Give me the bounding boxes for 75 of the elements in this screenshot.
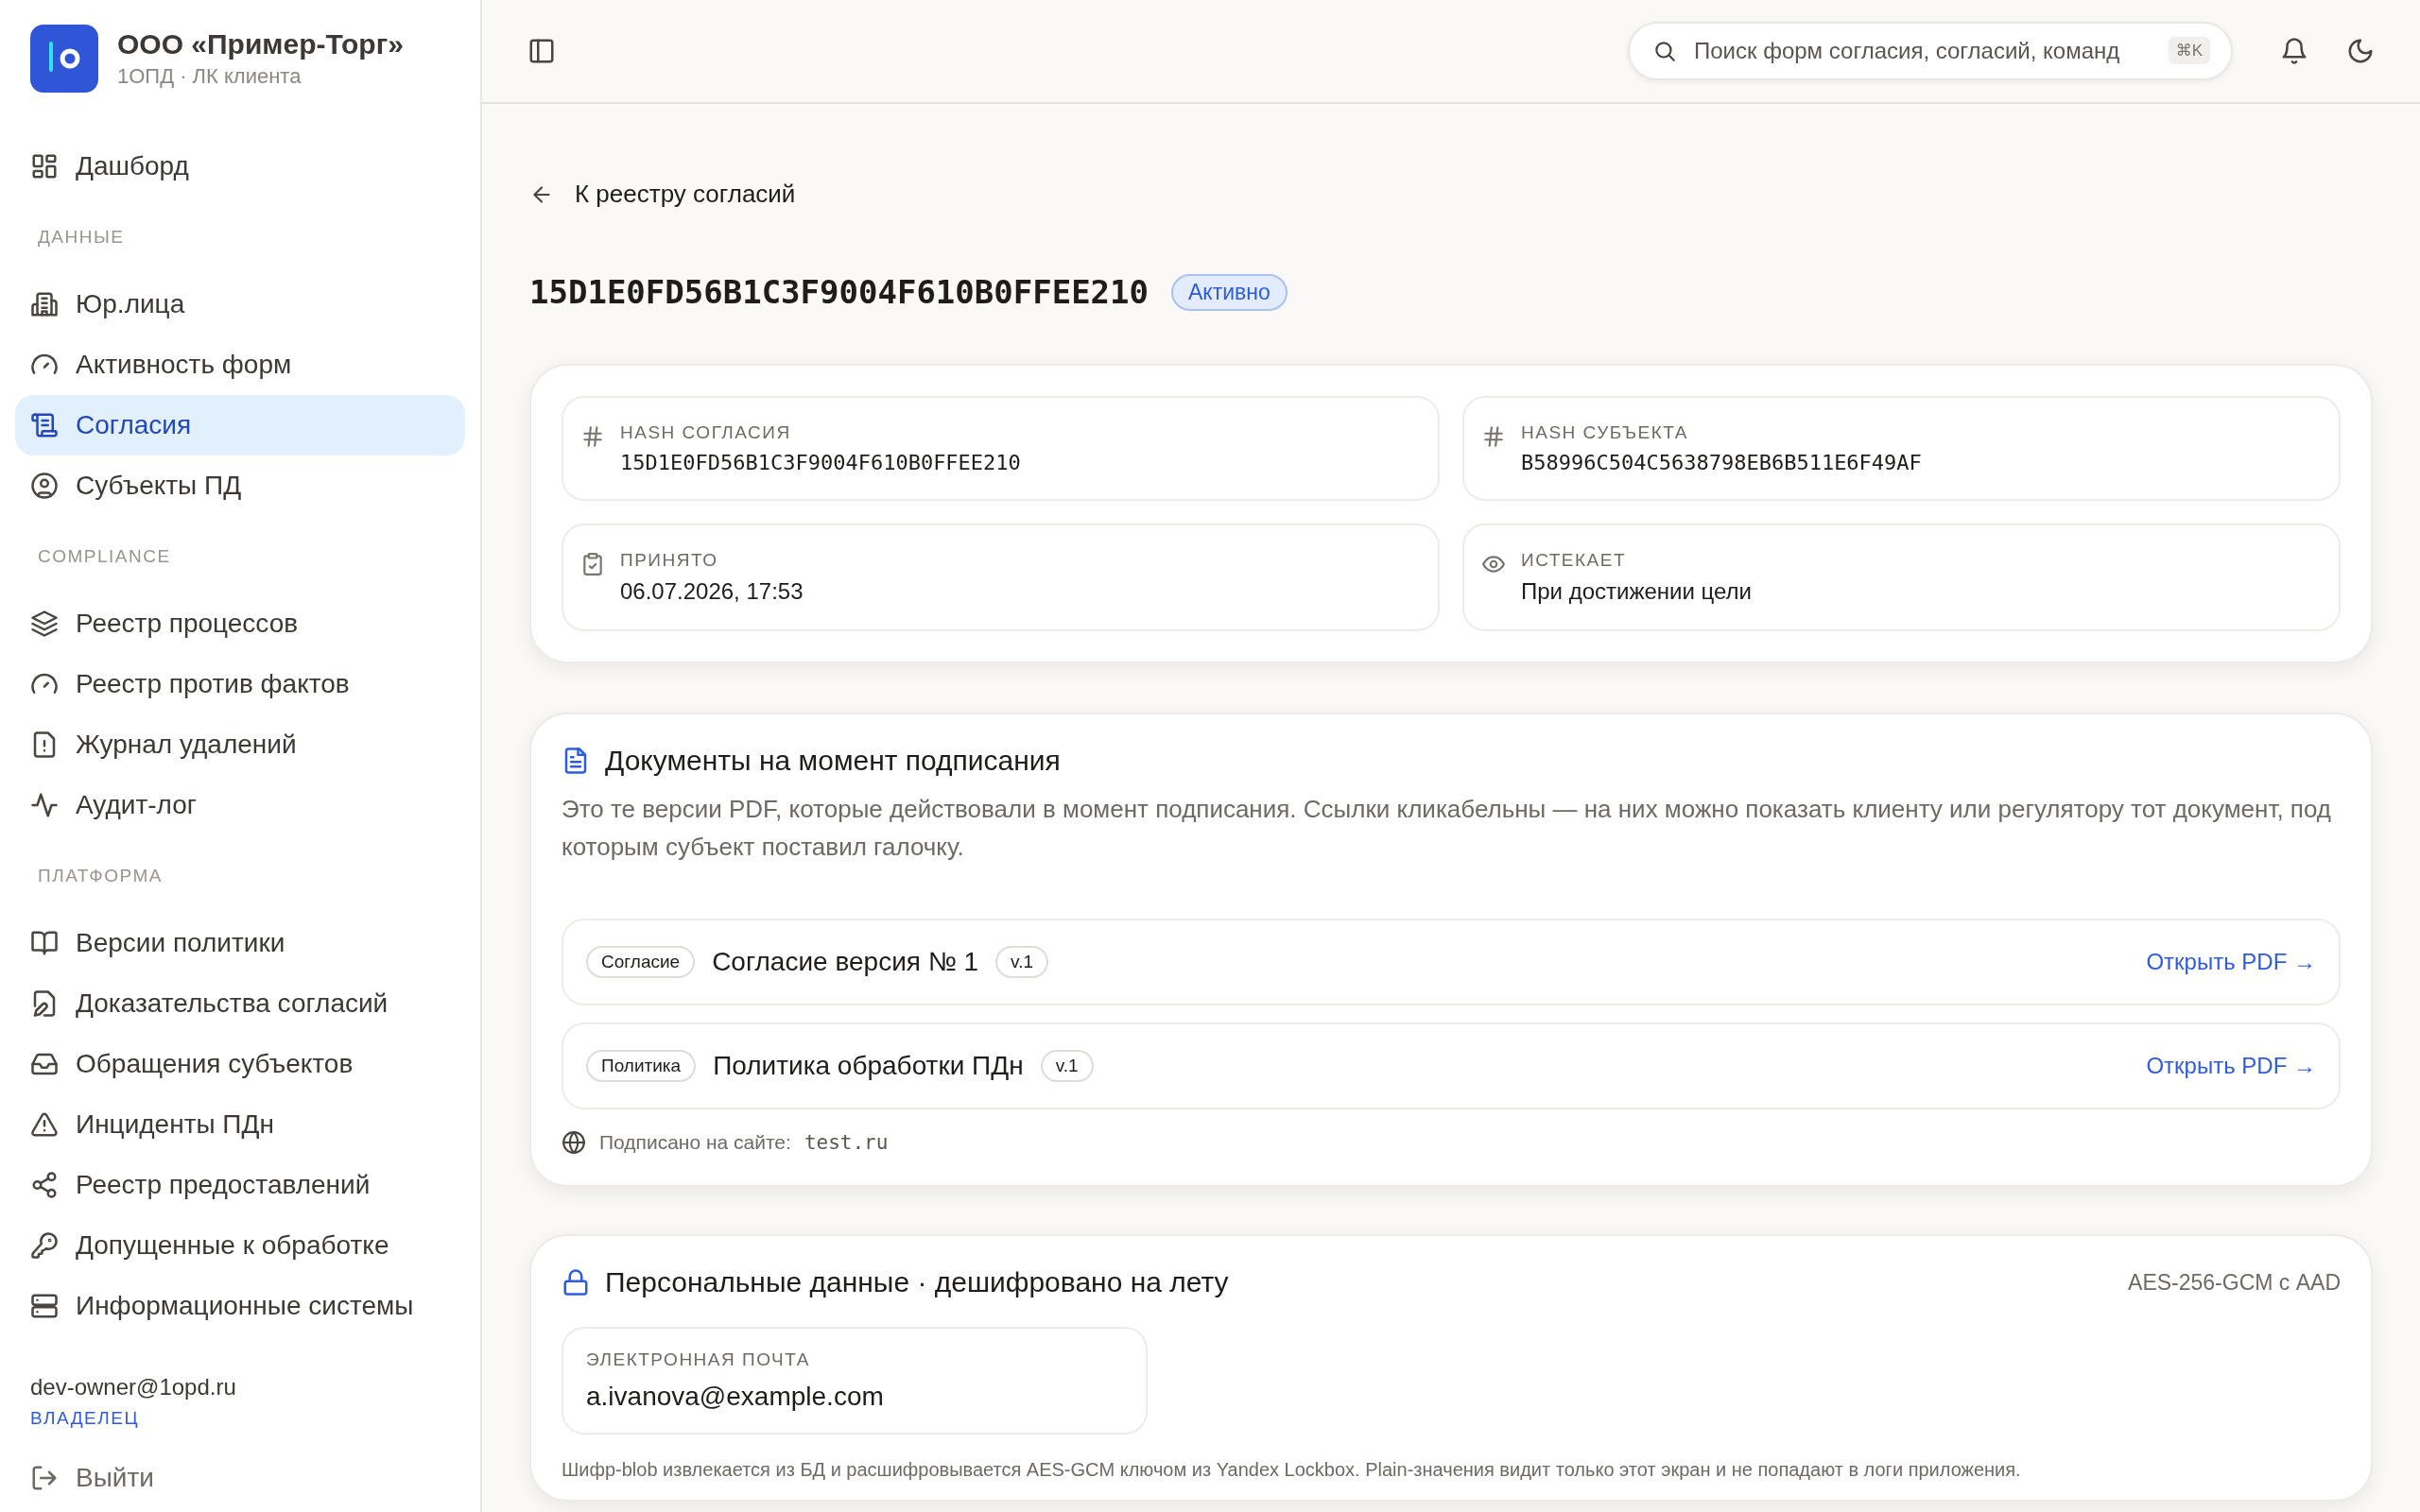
user-circle-icon: [30, 472, 59, 500]
user-role: ВЛАДЕЛЕЦ: [30, 1408, 140, 1429]
nav-item[interactable]: Реестр против фактов: [15, 654, 465, 714]
org-subtitle: 1ОПД · ЛК клиента: [117, 64, 302, 89]
warning-icon: [30, 1110, 59, 1139]
nav-item[interactable]: Инциденты ПДн: [15, 1094, 465, 1155]
building-icon: [30, 290, 59, 318]
field-value: a.ivanova@example.com: [586, 1382, 885, 1412]
detail-value: 15D1E0FD56B1C3F9004F610B0FFEE210: [620, 451, 1021, 474]
detail-label: ПРИНЯТО: [620, 550, 719, 571]
card-title: Документы на момент подписания: [605, 745, 1061, 777]
logo-icon: [30, 25, 98, 93]
lock-icon: [562, 1268, 590, 1297]
nav-section-heading: COMPLIANCE: [37, 545, 172, 568]
org-name: ООО «Пример-Торг»: [117, 28, 404, 60]
detail-label: HASH СОГЛАСИЯ: [620, 422, 792, 443]
nav-item[interactable]: Обращения субъектов: [15, 1034, 465, 1094]
document-title: Согласие версия № 1: [712, 947, 979, 977]
cipher-label: AES-256-GCM с AAD: [2128, 1269, 2341, 1296]
nav-item[interactable]: Версии политики: [15, 913, 465, 973]
nav-item[interactable]: Аудит-лог: [15, 775, 465, 835]
detail-value: 06.07.2026, 17:53: [620, 578, 804, 605]
open-pdf-link[interactable]: Открыть PDF →: [2146, 1053, 2316, 1079]
pulse-icon: [30, 791, 59, 819]
nav-item[interactable]: Дашборд: [15, 136, 465, 197]
globe-icon: [562, 1130, 586, 1155]
document-title: Политика обработки ПДн: [713, 1051, 1024, 1081]
bell-icon: [2280, 37, 2308, 65]
nav-item[interactable]: Субъекты ПД: [15, 455, 465, 516]
sidebar-panel-icon: [527, 37, 556, 65]
nav-item[interactable]: Согласия: [15, 395, 465, 455]
nav-item[interactable]: Реестр предоставлений: [15, 1155, 465, 1215]
nav-item[interactable]: Информационные системы: [15, 1276, 465, 1336]
nav-item[interactable]: Активность форм: [15, 335, 465, 395]
detail-value: B58996C504C5638798EB6B511E6F49AF: [1521, 451, 1922, 474]
site-label: Подписано на сайте:: [599, 1131, 791, 1154]
nav-item[interactable]: Доказательства согласий: [15, 973, 465, 1034]
back-link[interactable]: К реестру согласий: [529, 180, 2373, 209]
version-badge: v.1: [995, 946, 1049, 978]
key-icon: [30, 1231, 59, 1260]
consent-id: 15D1E0FD56B1C3F9004F610B0FFEE210: [529, 273, 1150, 311]
card-note: Шифр-blob извлекается из БД и расшифровывается AES-GCM ключом из Yandex Lockbox. Plain-значения видит только этот экран и не попадают в логи приложения.: [562, 1459, 2022, 1481]
clipboard-check-icon: [580, 552, 605, 576]
nav-item[interactable]: Допущенные к обработке: [15, 1215, 465, 1276]
moon-icon: [2346, 37, 2375, 65]
detail-label: HASH СУБЪЕКТА: [1521, 422, 1689, 443]
document-tag: Согласие: [586, 946, 696, 978]
nav-section-heading: ДАННЫЕ: [37, 226, 126, 249]
user-email: dev-owner@1opd.ru: [30, 1374, 237, 1400]
share-icon: [30, 1171, 59, 1199]
hash-icon: [580, 424, 605, 449]
detail-value: При достижении цели: [1521, 578, 1752, 605]
document-tag: Политика: [586, 1050, 697, 1082]
nav-item[interactable]: Юр.лица: [15, 274, 465, 335]
status-badge: Активно: [1171, 273, 1288, 311]
logout-button[interactable]: Выйти: [15, 1429, 465, 1493]
hash-icon: [1481, 424, 1506, 449]
search-icon: [1652, 39, 1677, 63]
open-pdf-link[interactable]: Открыть PDF →: [2146, 949, 2316, 975]
site-value: test.ru: [804, 1131, 889, 1154]
server-icon: [30, 1292, 59, 1320]
shortcut-hint: ⌘K: [2168, 37, 2210, 64]
detail-label: ИСТЕКАЕТ: [1521, 550, 1628, 571]
layers-icon: [30, 610, 59, 638]
book-icon: [30, 929, 59, 957]
card-title: Персональные данные · дешифровано на лету: [605, 1266, 1229, 1298]
card-description: Это те версии PDF, которые действовали в момент подписания. Ссылки кликабельны — на них можно показать клиенту или регулятору тот документ, под которым субъект поставил галочку.: [562, 794, 2332, 863]
version-badge: v.1: [1040, 1050, 1094, 1082]
nav-section-heading: ПЛАТФОРМА: [37, 865, 164, 887]
field-label: ЭЛЕКТРОННАЯ ПОЧТА: [586, 1349, 811, 1370]
grid-icon: [30, 152, 59, 180]
scroll-icon: [30, 411, 59, 439]
nav-item[interactable]: Журнал удалений: [15, 714, 465, 775]
logout-icon: [30, 1464, 59, 1492]
nav-item[interactable]: Реестр процессов: [15, 593, 465, 654]
